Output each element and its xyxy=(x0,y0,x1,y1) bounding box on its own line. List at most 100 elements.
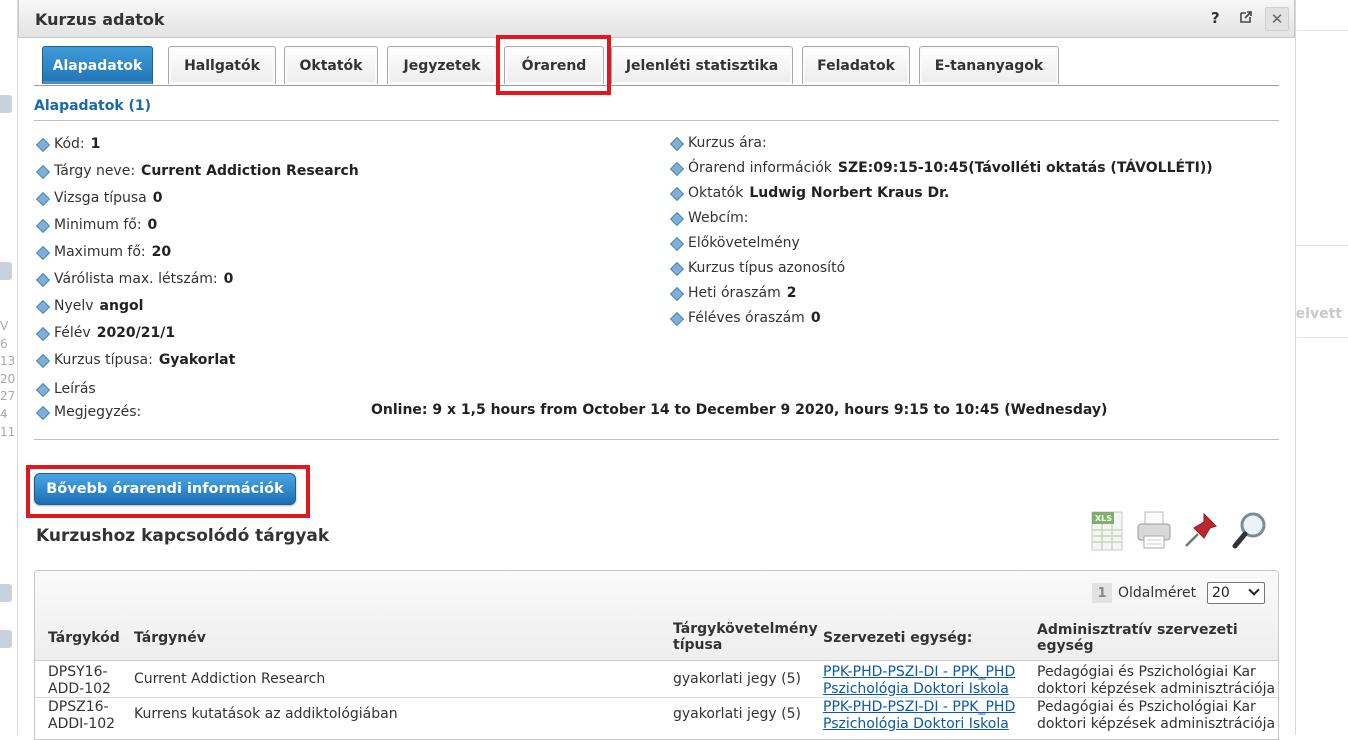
tab-e-tananyagok[interactable]: E-tananyagok xyxy=(919,46,1059,84)
close-icon[interactable]: ✕ xyxy=(1265,7,1289,31)
field-label: Oktatók xyxy=(688,185,744,201)
tab-oktatok[interactable]: Oktatók xyxy=(284,46,378,84)
bg-expand-icon xyxy=(0,584,12,602)
field-feleves-oraszam: Féléves óraszám 0 xyxy=(670,310,821,326)
col-header-admin[interactable]: Adminisztratív szervezeti egység xyxy=(1037,622,1267,654)
bg-expand-icon xyxy=(0,95,12,113)
col-header-name[interactable]: Tárgynév xyxy=(134,630,206,646)
tab-orarend[interactable]: Órarend xyxy=(504,46,604,84)
field-value: 0 xyxy=(152,190,163,206)
bg-expand-icon xyxy=(0,630,12,648)
field-label: Minimum fő: xyxy=(54,217,142,233)
field-value: Current Addiction Research xyxy=(141,163,359,179)
field-targy-neve: Tárgy neve: Current Addiction Research xyxy=(36,163,359,179)
bg-number: 6 xyxy=(0,336,8,351)
cell-req: gyakorlati jegy (5) xyxy=(673,671,801,687)
row-divider xyxy=(35,697,1278,698)
col-header-org[interactable]: Szervezeti egység: xyxy=(823,630,972,646)
bullet-icon xyxy=(36,219,48,231)
tab-alapadatok[interactable]: Alapadatok xyxy=(42,46,153,84)
bullet-icon xyxy=(36,246,48,258)
bullet-icon xyxy=(36,383,48,395)
page-size-select[interactable]: 20 xyxy=(1207,582,1265,604)
bullet-icon xyxy=(670,137,682,149)
tab-jelenleti-statisztika[interactable]: Jelenléti statisztika xyxy=(611,46,793,84)
bg-column-header: elvett xyxy=(1295,306,1342,322)
field-webcim: Webcím: xyxy=(670,210,748,226)
tab-hallgatok[interactable]: Hallgatók xyxy=(168,46,276,84)
bullet-icon xyxy=(670,262,682,274)
bullet-icon xyxy=(36,406,48,418)
field-label: Leírás xyxy=(54,381,96,397)
xls-export-icon[interactable]: XLS xyxy=(1086,508,1126,552)
field-nyelv: Nyelv angol xyxy=(36,298,143,314)
field-value: 1 xyxy=(90,136,101,152)
bg-number: 20 xyxy=(0,371,16,386)
field-heti-oraszam: Heti óraszám 2 xyxy=(670,285,796,301)
field-label: Félév xyxy=(54,325,91,341)
field-value: angol xyxy=(99,298,144,314)
page-size-value: 20 xyxy=(1212,585,1230,601)
field-label: Vizsga típusa xyxy=(54,190,147,206)
field-label: Várólista max. létszám: xyxy=(54,271,218,287)
cell-code: DPSY16-ADD-102 xyxy=(48,664,111,697)
col-header-code[interactable]: Tárgykód xyxy=(48,630,120,646)
bullet-icon xyxy=(36,192,48,204)
field-leiras: Leírás xyxy=(36,381,96,397)
bullet-icon xyxy=(670,312,682,324)
field-minimum-fo: Minimum fő: 0 xyxy=(36,217,157,233)
print-icon[interactable] xyxy=(1134,508,1174,552)
cell-req: gyakorlati jegy (5) xyxy=(673,706,801,722)
bg-number: 11 xyxy=(0,424,16,439)
field-label: Kurzus típus azonosító xyxy=(688,260,846,276)
popout-icon[interactable] xyxy=(1239,10,1253,24)
field-label: Nyelv xyxy=(54,298,94,314)
field-value: 0 xyxy=(810,310,821,326)
fields-divider xyxy=(34,439,1279,440)
bullet-icon xyxy=(36,165,48,177)
bullet-icon xyxy=(670,237,682,249)
cell-org: PPK-PHD-PSZI-DI - PPK_PHD Pszichológia D… xyxy=(823,699,1033,733)
field-kurzus-ara: Kurzus ára: xyxy=(670,135,767,151)
bullet-icon xyxy=(36,327,48,339)
field-label: Webcím: xyxy=(688,210,749,226)
bg-number: V xyxy=(0,319,9,333)
cell-code: DPSZ16-ADDI-102 xyxy=(48,699,116,732)
field-value: 0 xyxy=(223,271,234,287)
cell-name: Current Addiction Research xyxy=(134,671,326,687)
tab-feladatok[interactable]: Feladatok xyxy=(802,46,910,84)
org-link[interactable]: PPK-PHD-PSZI-DI - PPK_PHD Pszichológia D… xyxy=(823,699,1015,732)
bullet-icon xyxy=(670,287,682,299)
page-size-label: Oldalméret xyxy=(1118,585,1197,601)
field-value: 20 xyxy=(151,244,172,260)
cell-admin: Pedagógiai és Pszichológiai Kar doktori … xyxy=(1037,664,1276,697)
bullet-icon xyxy=(670,162,682,174)
field-value: Ludwig Norbert Kraus Dr. xyxy=(749,185,950,201)
pager-page[interactable]: 1 xyxy=(1092,583,1112,603)
field-label: Kurzus típusa: xyxy=(54,352,153,368)
help-icon[interactable]: ? xyxy=(1211,9,1220,27)
tab-jegyzetek[interactable]: Jegyzetek xyxy=(387,46,497,84)
field-label: Megjegyzés: xyxy=(54,404,142,420)
field-megjegyzes: Megjegyzés: xyxy=(36,404,141,420)
bullet-icon xyxy=(36,300,48,312)
pin-icon[interactable] xyxy=(1182,508,1222,552)
field-kurzus-tipus-azonosito: Kurzus típus azonosító xyxy=(670,260,845,276)
field-value: SZE:09:15-10:45(Távolléti oktatás (TÁVOL… xyxy=(837,160,1213,176)
field-maximum-fo: Maximum fő: 20 xyxy=(36,244,171,260)
bullet-icon xyxy=(36,354,48,366)
search-icon[interactable] xyxy=(1230,508,1270,552)
chevron-down-icon xyxy=(1248,584,1260,596)
bg-number: 13 xyxy=(0,354,16,369)
field-label: Tárgy neve: xyxy=(54,163,136,179)
dialog-titlebar[interactable]: Kurzus adatok ? ✕ xyxy=(18,0,1295,38)
more-schedule-info-button[interactable]: Bővebb órarendi információk xyxy=(34,473,296,505)
field-vizsga-tipusa: Vizsga típusa 0 xyxy=(36,190,162,206)
org-link[interactable]: PPK-PHD-PSZI-DI - PPK_PHD Pszichológia D… xyxy=(823,664,1015,697)
field-value: 2020/21/1 xyxy=(96,325,176,341)
field-label: Előkövetelmény xyxy=(688,235,800,251)
field-oktatok: Oktatók Ludwig Norbert Kraus Dr. xyxy=(670,185,949,201)
bg-expand-icon xyxy=(0,262,12,280)
field-label: Kurzus ára: xyxy=(688,135,767,151)
col-header-req[interactable]: Tárgykövetelmény típusa xyxy=(673,621,821,653)
